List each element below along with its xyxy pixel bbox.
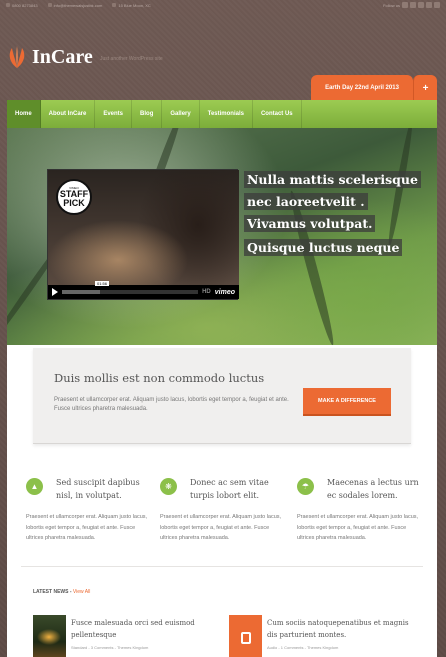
section-divider [21,566,423,567]
phone-text: 0800 8273843 [12,2,38,8]
email-info[interactable]: info@themewalsjustbk.com [47,3,103,8]
feature-title[interactable]: Maecenas a lectus urn ec sodales lorem. [327,476,427,502]
make-a-difference-button[interactable]: MAKE A DIFFERENCE [303,388,391,416]
site-tagline: Just another WordPress site [100,56,163,62]
feature-text: Praesent et ullamcorper erat. Aliquam ju… [26,514,148,541]
news-thumbnail[interactable] [229,615,262,657]
linkedin-icon[interactable] [426,2,432,8]
phone-icon [6,3,10,7]
location-icon [112,3,117,7]
feature-text: Praesent et ullamcorper erat. Aliquam ju… [160,514,282,541]
video-time: 01:56 [95,281,110,286]
news-title[interactable]: Fusce malesuada orci sed euismod pellent… [71,617,221,641]
mail-icon [47,3,52,7]
feature-text: Praesent et ullamcorper erat. Aliquam ju… [297,514,419,541]
email-text[interactable]: info@themewalsjustbk.com [54,3,103,8]
view-all-link[interactable]: View All [73,589,90,595]
news-heading-text: LATEST NEWS [33,589,69,595]
hero-caption-line: Quisque luctus neque [244,239,403,256]
hd-toggle[interactable]: HD [202,289,211,295]
address-info: 15 Blue Moon, XC [112,2,151,8]
news-thumbnail[interactable] [33,615,66,657]
hero-slider[interactable]: VIMEO STAFF PICK 01:56 HD vimeo Nulla ma… [7,128,437,345]
top-info-bar: 0800 8273843 info@themewalsjustbk.com 15… [0,0,446,10]
nav-item-contact[interactable]: Contact Us [253,100,302,128]
staff-pick-badge: VIMEO STAFF PICK [56,179,92,215]
nav-item-testimonials[interactable]: Testimonials [200,100,253,128]
video-player[interactable]: VIMEO STAFF PICK 01:56 HD vimeo [47,169,239,300]
follow-label: Follow us [383,2,400,8]
google-plus-icon[interactable] [418,2,424,8]
rss-icon[interactable] [434,2,440,8]
facebook-icon[interactable] [410,2,416,8]
nav-item-blog[interactable]: Blog [132,100,163,128]
video-controls: 01:56 HD vimeo [48,281,239,299]
paw-icon: ❋ [160,478,177,495]
feature-title[interactable]: Sed suscipit dapibus nisl, in volutpat. [56,476,156,502]
grass-decoration [286,189,338,345]
feature-title[interactable]: Donec ac sem vitae turpis lobort elit. [190,476,290,502]
news-meta: Standard - 3 Comments - Themes Kingdom [71,645,149,650]
callout-title: Duis mollis est non commodo luctus [54,371,265,385]
hero-caption-line: Nulla mattis scelerisque [244,171,421,188]
callout-box: Duis mollis est non commodo luctus Praes… [33,348,411,444]
plus-button[interactable]: + [413,75,437,101]
phone-info: 0800 8273843 [6,3,38,8]
social-links: Follow us [383,2,440,8]
nav-item-gallery[interactable]: Gallery [162,100,200,128]
latest-news-heading: LATEST NEWS - View All [33,589,90,595]
vimeo-logo[interactable]: vimeo [215,289,235,296]
news-meta: Audio - 1 Comments - Themes Kingdom [267,645,339,650]
address-text: 15 Blue Moon, XC [118,2,151,8]
video-progress-bar[interactable]: 01:56 [62,281,199,294]
video-progress-fill [62,290,101,294]
play-icon[interactable] [52,288,58,296]
news-item[interactable]: Cum sociis natoquepenatibus et magnis di… [229,615,429,657]
nav-item-home[interactable]: Home [7,100,41,128]
nav-item-about[interactable]: About InCare [41,100,96,128]
nav-item-events[interactable]: Events [95,100,133,128]
event-tab[interactable]: Earth Day 22nd April 2013 [311,75,413,101]
leaf-icon [6,44,28,70]
content-wrapper: Home About InCare Events Blog Gallery Te… [7,100,437,657]
logo-text: InCare [32,45,93,68]
badge-main-text-2: PICK [63,198,85,208]
news-title[interactable]: Cum sociis natoquepenatibus et magnis di… [267,617,417,641]
hero-caption-line: Vivamus volutpat. [244,215,376,232]
twitter-icon[interactable] [402,2,408,8]
site-logo[interactable]: InCare [6,44,93,70]
news-item[interactable]: Fusce malesuada orci sed euismod pellent… [33,615,223,657]
main-nav: Home About InCare Events Blog Gallery Te… [7,100,437,128]
callout-text: Praesent et ullamcorper erat. Aliquam ju… [54,397,289,412]
tree-icon: ▲ [26,478,43,495]
hero-caption-line: nec laoreetvelit . [244,193,368,210]
umbrella-icon: ☂ [297,478,314,495]
audio-icon [240,631,251,644]
